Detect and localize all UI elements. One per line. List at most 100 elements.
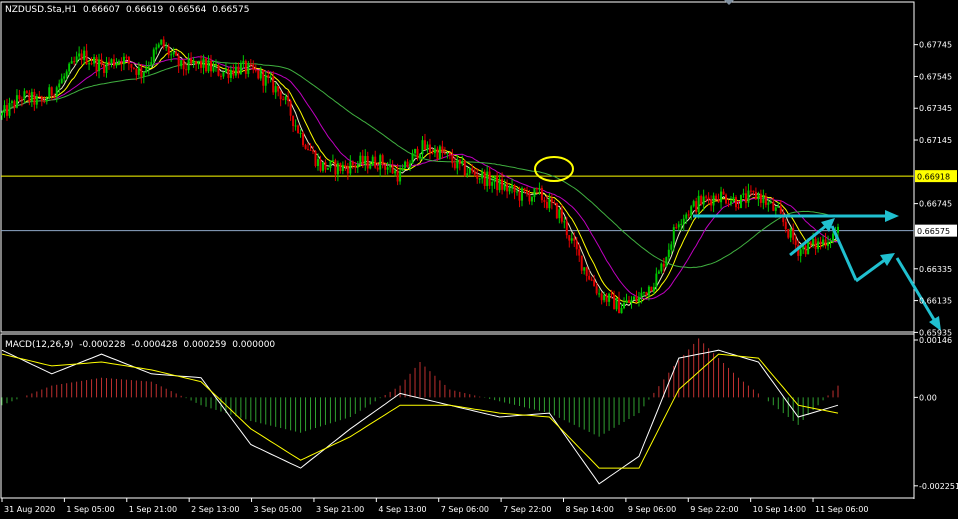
macd-tick-label: 0.00146 (919, 336, 952, 345)
candle-body (23, 91, 26, 100)
candle-body (214, 65, 217, 67)
candle-body (294, 125, 297, 127)
candle-body (682, 218, 685, 224)
candle-body (493, 176, 496, 183)
candle-body (657, 271, 660, 274)
candle-body (125, 56, 128, 58)
candle-body (458, 159, 461, 164)
candle-body (319, 159, 322, 171)
candle-body (140, 67, 143, 77)
candle-body (486, 171, 489, 186)
candle-body (80, 53, 83, 60)
time-tick-label: 10 Sep 14:00 (753, 505, 806, 514)
candle-body (478, 178, 481, 180)
candle-body (540, 187, 543, 201)
candle-body (83, 50, 86, 60)
candle-body (202, 58, 205, 68)
candle-body (35, 96, 38, 105)
candle-body (187, 58, 190, 71)
candle-body (45, 98, 48, 102)
candle-body (252, 64, 255, 70)
candle-body (316, 159, 319, 167)
candle-body (695, 201, 698, 213)
candle-body (466, 173, 469, 176)
candle-body (438, 146, 441, 159)
candle-body (463, 160, 466, 176)
candle-body (115, 62, 118, 66)
candle-body (110, 59, 113, 64)
candle-body (244, 60, 247, 74)
candle-body (710, 199, 713, 206)
timeframe-label: H1 (65, 5, 78, 15)
candle-body (70, 61, 73, 64)
trading-chart[interactable]: 0.66918 0.66575 0.67745 0.67545 0.67345 0.67… (0, 0, 958, 519)
candle-body (127, 56, 130, 64)
candle-body (346, 167, 349, 174)
candle-body (707, 197, 710, 200)
candle-body (578, 249, 581, 256)
candle-body (157, 44, 160, 48)
candle-body (331, 160, 334, 162)
candle-body (717, 199, 720, 203)
candle-body (366, 156, 369, 169)
candle-body (784, 222, 787, 230)
candle-body (389, 165, 392, 168)
candle-body (130, 63, 133, 68)
candle-body (314, 151, 317, 167)
candle-body (15, 95, 18, 108)
candle-body (516, 191, 519, 193)
candle-body (640, 292, 643, 298)
candle-body (396, 170, 399, 182)
candle-body (625, 300, 628, 303)
candle-body (814, 238, 817, 249)
candle-body (3, 105, 6, 113)
candle-body (40, 96, 43, 102)
macd-value-3: 0.000259 (183, 340, 226, 350)
candle-body (145, 67, 148, 72)
candle-body (234, 66, 237, 76)
candle-body (13, 101, 16, 108)
candle-body (384, 165, 387, 170)
candle-body (598, 293, 601, 295)
candle-body (85, 50, 88, 65)
candle-body (715, 195, 718, 200)
time-tick-label: 9 Sep 22:00 (690, 505, 738, 514)
candle-body (453, 163, 456, 169)
candle-body (789, 228, 792, 238)
candle-body (282, 99, 285, 101)
candle-body (249, 63, 252, 65)
price-tick-label: 0.66135 (919, 297, 952, 306)
candle-body (807, 241, 810, 255)
candle-body (588, 275, 591, 280)
candle-body (237, 66, 240, 75)
candle-body (100, 59, 103, 65)
candle-body (180, 60, 183, 67)
candle-body (762, 196, 765, 203)
candle-body (742, 193, 745, 195)
price-panel-title: NZDUSD.Sta,H1 0.66607 0.66619 0.66564 0.… (5, 5, 249, 15)
macd-label: MACD(12,26,9) (5, 340, 73, 350)
candle-body (528, 193, 531, 202)
candle-body (376, 167, 379, 170)
candle-body (374, 156, 377, 168)
candle-body (33, 91, 36, 105)
candle-body (242, 60, 245, 64)
candle-body (172, 51, 175, 55)
candle-body (105, 61, 108, 73)
candle-body (570, 238, 573, 241)
price-tick-label: 0.66745 (919, 200, 952, 209)
candle-body (759, 193, 762, 203)
candle-body (401, 168, 404, 172)
candle-body (483, 171, 486, 186)
candle-body (590, 279, 593, 281)
candle-body (491, 182, 494, 186)
candle-body (55, 87, 58, 97)
candle-body (518, 191, 521, 201)
candle-body (90, 63, 93, 65)
candle-body (680, 223, 683, 225)
candle-body (772, 201, 775, 211)
candle-body (642, 291, 645, 293)
candle-body (152, 49, 155, 63)
candle-body (1, 112, 3, 116)
candle-body (809, 241, 812, 245)
